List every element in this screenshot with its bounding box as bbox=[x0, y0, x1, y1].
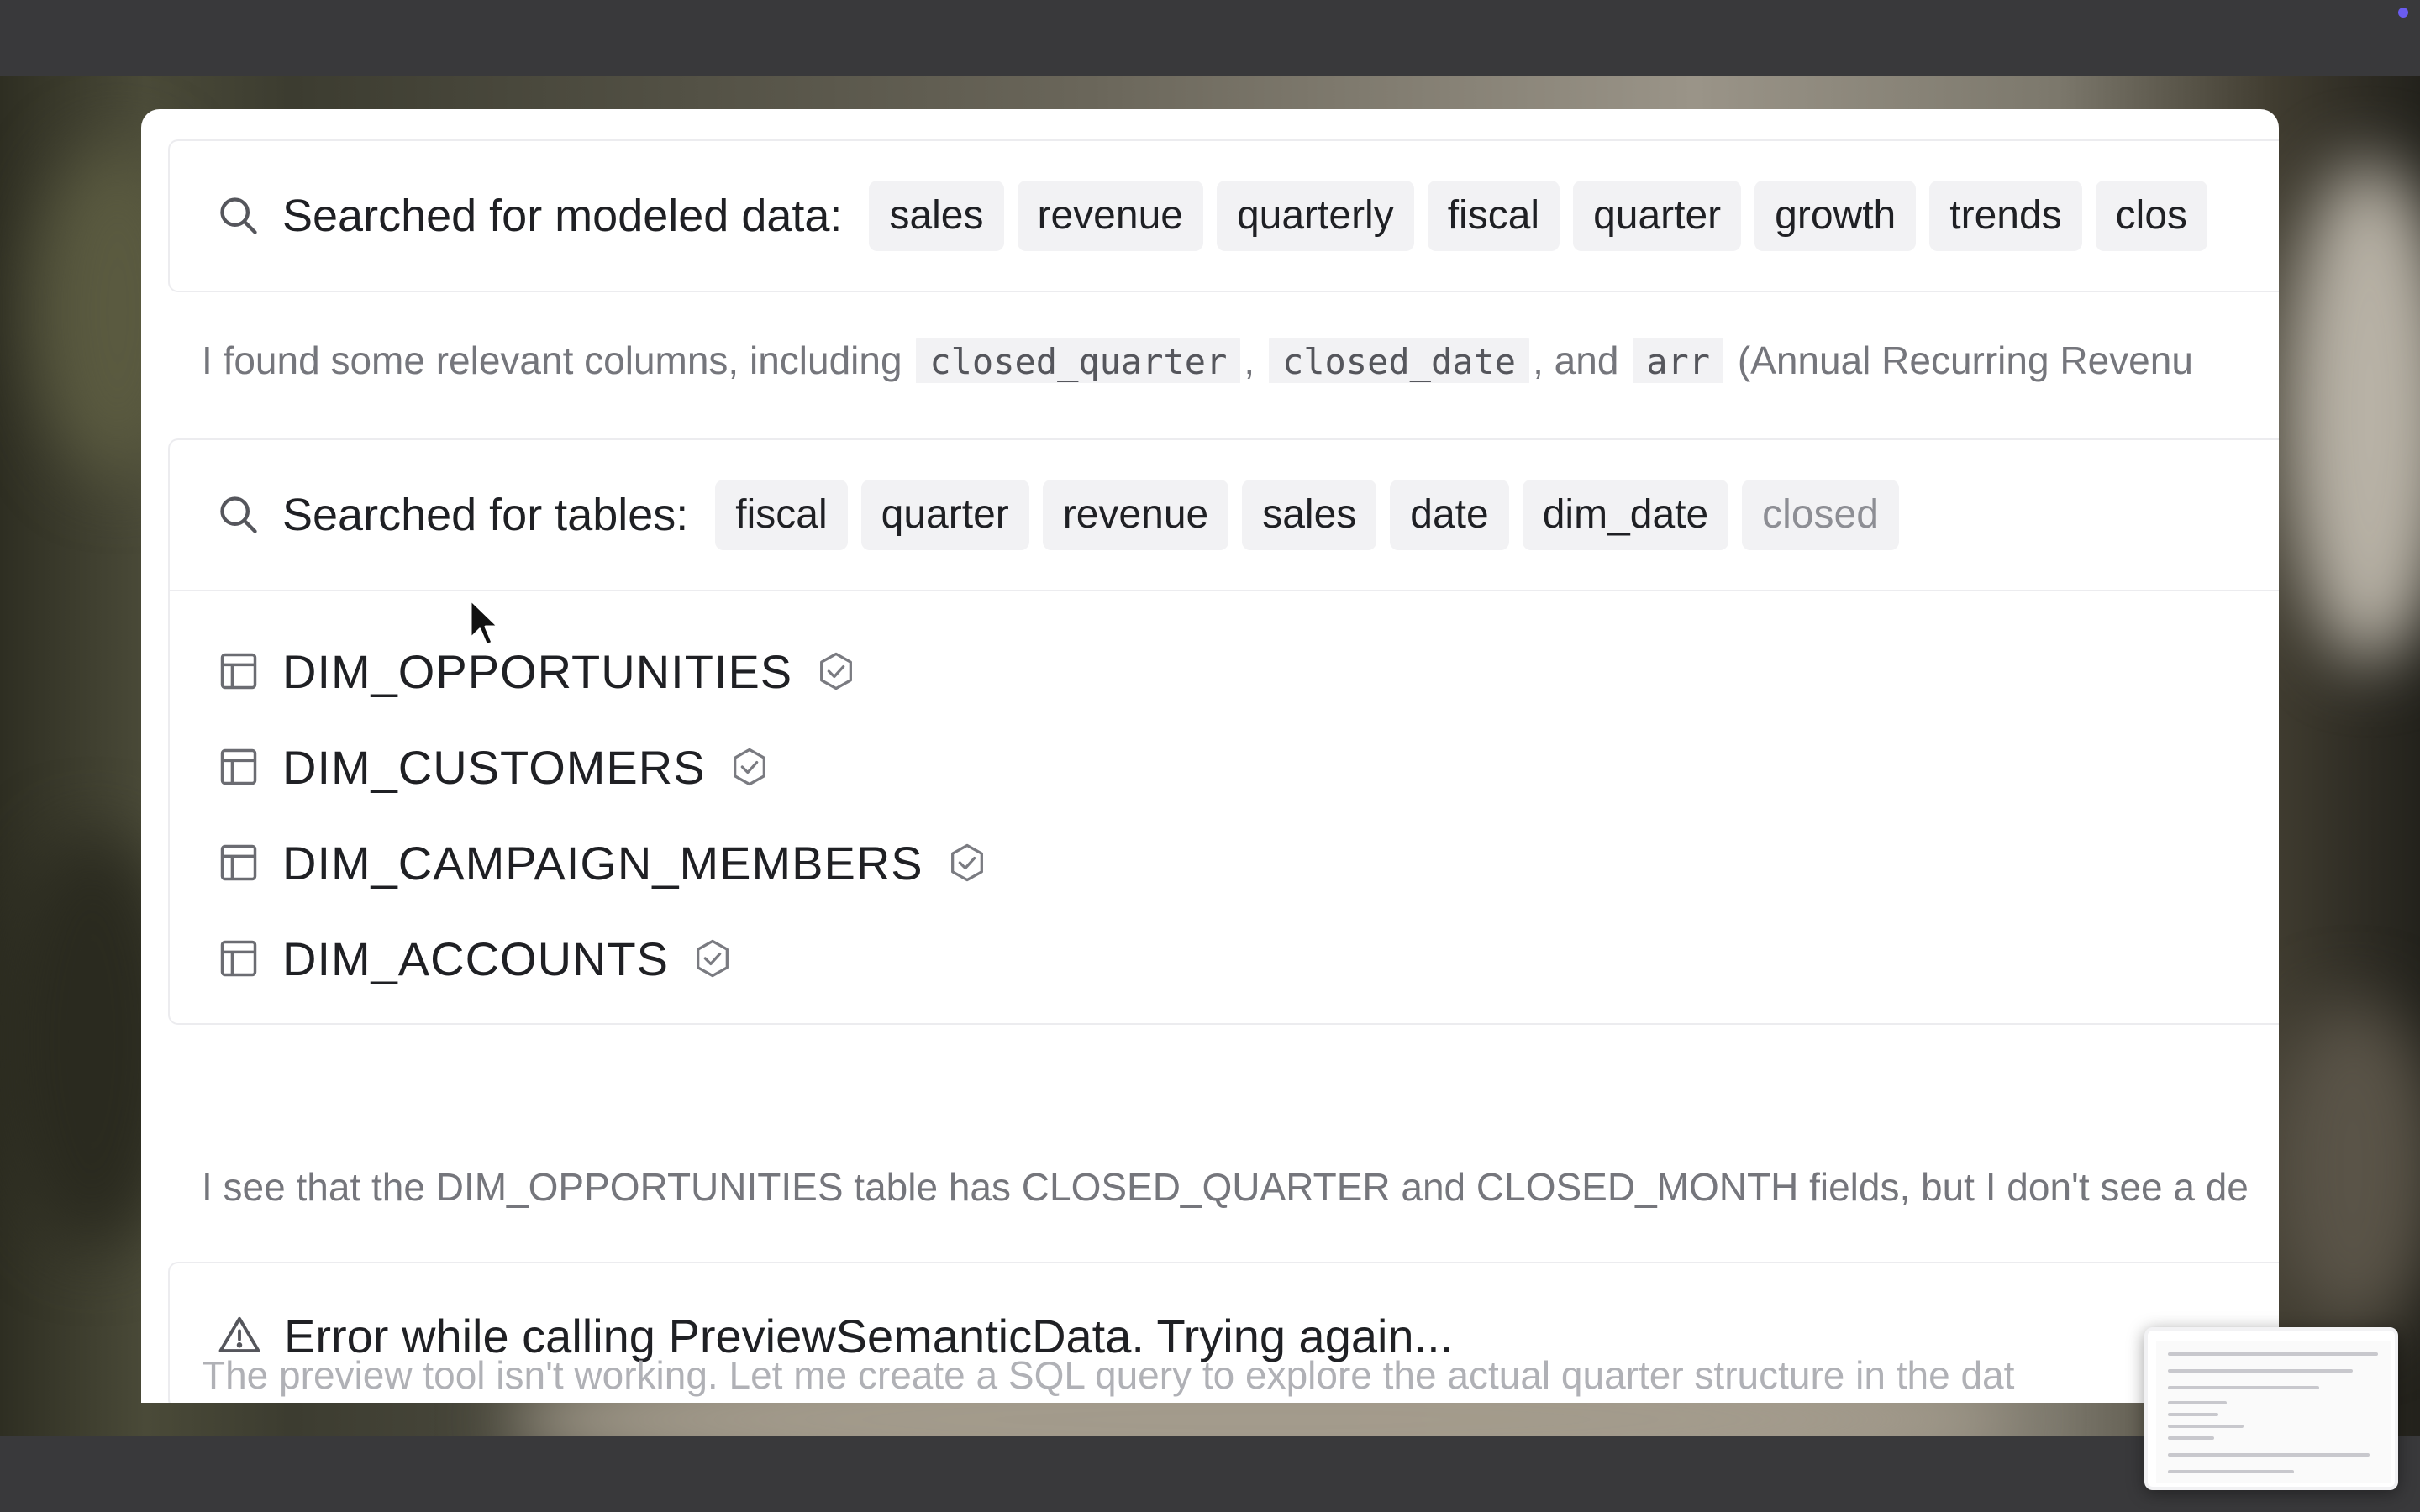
search-term-chip: fiscal bbox=[1427, 181, 1560, 251]
search-term-chip: dim_date bbox=[1522, 480, 1729, 550]
table-result-item[interactable]: DIM_CAMPAIGN_MEMBERS bbox=[217, 815, 2279, 911]
mouse-cursor-icon bbox=[469, 598, 502, 654]
table-name: DIM_OPPORTUNITIES bbox=[282, 644, 793, 698]
chat-panel: Searched for modeled data: sales revenue… bbox=[141, 109, 2279, 1403]
search-term-chip: quarterly bbox=[1216, 181, 1414, 251]
table-result-item[interactable]: DIM_OPPORTUNITIES bbox=[217, 623, 2279, 719]
assistant-message-columns: I found some relevant columns, including… bbox=[202, 338, 2279, 383]
verified-badge-icon bbox=[945, 841, 989, 885]
status-dot bbox=[2398, 8, 2408, 18]
search-term-chip: revenue bbox=[1042, 480, 1229, 550]
message-text: , and bbox=[1533, 339, 1619, 382]
bottom-bar bbox=[0, 1436, 2420, 1512]
table-name: DIM_ACCOUNTS bbox=[282, 932, 670, 985]
search-term-chip: closed bbox=[1742, 480, 1899, 550]
verified-badge-icon bbox=[728, 745, 771, 789]
table-icon bbox=[217, 745, 260, 789]
table-icon bbox=[217, 841, 260, 885]
message-text: I found some relevant columns, including bbox=[202, 339, 902, 382]
table-result-item[interactable]: DIM_ACCOUNTS bbox=[217, 911, 2279, 1006]
search-term-chip: fiscal bbox=[715, 480, 848, 550]
table-results-list: DIM_OPPORTUNITIES DIM_CUSTOMERS DIM_CAMP bbox=[170, 591, 2279, 1023]
search-icon bbox=[217, 194, 260, 238]
column-code: arr bbox=[1633, 338, 1724, 383]
modeled-data-search-label: Searched for modeled data: bbox=[282, 191, 843, 241]
tables-search-card: Searched for tables: fiscal quarter reve… bbox=[168, 438, 2279, 1025]
search-term-chip: sales bbox=[1242, 480, 1377, 550]
tables-search-chips: fiscal quarter revenue sales date dim_da… bbox=[715, 480, 1899, 550]
tables-search-label: Searched for tables: bbox=[282, 490, 689, 540]
message-text: , bbox=[1244, 339, 1255, 382]
warning-icon bbox=[217, 1313, 262, 1358]
search-term-chip: trends bbox=[1929, 181, 2082, 251]
column-code: closed_date bbox=[1268, 338, 1530, 383]
table-icon bbox=[217, 649, 260, 693]
modeled-data-chips: sales revenue quarterly fiscal quarter g… bbox=[869, 181, 2208, 251]
assistant-message-sql: The preview tool isn't working. Let me c… bbox=[202, 1353, 2015, 1397]
search-term-chip: growth bbox=[1754, 181, 1917, 251]
column-code: closed_quarter bbox=[916, 338, 1241, 383]
search-term-chip: clos bbox=[2095, 181, 2208, 251]
table-name: DIM_CUSTOMERS bbox=[282, 740, 706, 794]
assistant-message-fields: I see that the DIM_OPPORTUNITIES table h… bbox=[202, 1165, 2249, 1209]
search-icon bbox=[217, 493, 260, 537]
search-term-chip: quarter bbox=[1573, 181, 1742, 251]
verified-badge-icon bbox=[814, 649, 858, 693]
search-term-chip: sales bbox=[869, 181, 1004, 251]
verified-badge-icon bbox=[691, 937, 734, 980]
search-term-chip: date bbox=[1390, 480, 1509, 550]
top-bar bbox=[0, 0, 2420, 76]
search-term-chip: quarter bbox=[860, 480, 1029, 550]
thumbnail-content bbox=[2156, 1341, 2391, 1483]
message-text: (Annual Recurring Revenu bbox=[1737, 339, 2193, 382]
table-icon bbox=[217, 937, 260, 980]
screen-thumbnail[interactable] bbox=[2144, 1327, 2398, 1490]
search-term-chip: revenue bbox=[1017, 181, 1203, 251]
modeled-data-search-card: Searched for modeled data: sales revenue… bbox=[168, 139, 2279, 292]
table-name: DIM_CAMPAIGN_MEMBERS bbox=[282, 836, 923, 890]
table-result-item[interactable]: DIM_CUSTOMERS bbox=[217, 719, 2279, 815]
